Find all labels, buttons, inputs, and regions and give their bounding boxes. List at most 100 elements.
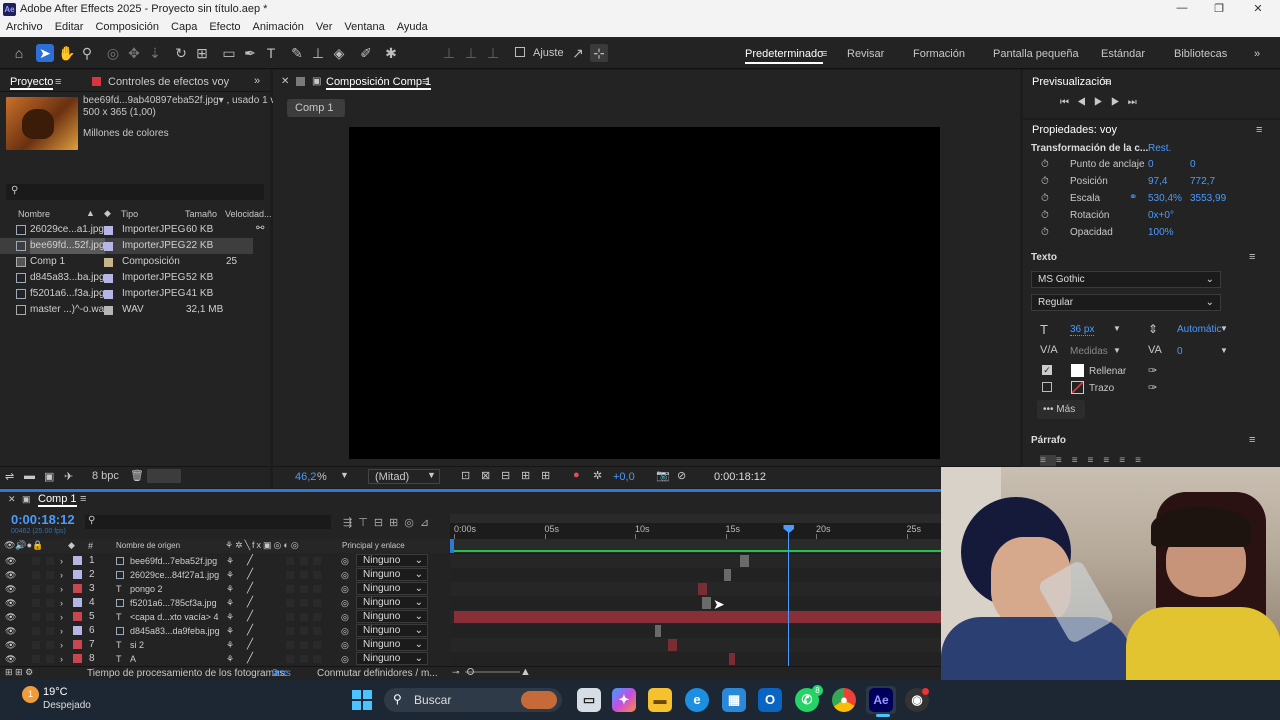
- parent-dropdown[interactable]: Ninguno ⌄: [356, 610, 428, 623]
- outlook-icon[interactable]: O: [758, 688, 782, 712]
- label-swatch[interactable]: [104, 306, 113, 315]
- visibility-eye-icon[interactable]: 👁: [5, 652, 16, 666]
- status-icons[interactable]: ⊞ ⊞ ⚙: [5, 667, 33, 678]
- col-nombre[interactable]: Nombre: [18, 209, 50, 219]
- tab-composition[interactable]: Composición Comp 1: [326, 76, 432, 90]
- layer-name[interactable]: bee69fd...7eba52f.jpg: [130, 554, 217, 568]
- switch-box[interactable]: [313, 613, 321, 621]
- puppet-tool-icon[interactable]: ✱: [382, 44, 400, 62]
- transparency-grid-icon[interactable]: ⊠: [481, 469, 490, 482]
- shy-switch-icon[interactable]: ⚘: [226, 596, 234, 610]
- project-item[interactable]: Comp 1 Composición 25: [0, 254, 270, 270]
- delete-icon[interactable]: 🗑: [130, 469, 144, 482]
- visibility-eye-icon[interactable]: 👁: [5, 554, 16, 568]
- align-right-icon[interactable]: ≡: [1072, 455, 1088, 466]
- layer-label-swatch[interactable]: [73, 598, 82, 607]
- comp-menu-icon[interactable]: ≡: [422, 76, 428, 88]
- prop-value-1[interactable]: 100%: [1148, 227, 1174, 238]
- work-area-bar[interactable]: [450, 514, 941, 523]
- prop-value-2[interactable]: 772,7: [1190, 176, 1215, 187]
- windows-start-icon[interactable]: [352, 690, 372, 710]
- layer-duration-bar[interactable]: [729, 653, 736, 665]
- mask-icon[interactable]: ⊟: [501, 469, 510, 482]
- layer-duration-bar[interactable]: [701, 597, 712, 609]
- pickwhip-icon[interactable]: ◎: [341, 652, 349, 666]
- switch-box[interactable]: [313, 627, 321, 635]
- font-family-dropdown[interactable]: MS Gothic ⌄: [1031, 271, 1221, 288]
- font-size-chevron-icon[interactable]: ▼: [1113, 324, 1121, 333]
- label-swatch[interactable]: [104, 226, 113, 235]
- panel-expand-icon[interactable]: »: [254, 75, 260, 87]
- layer-name[interactable]: d845a83...da9feba.jpg: [130, 624, 220, 638]
- timeline-zoom-thumb[interactable]: [467, 668, 474, 675]
- expand-chevron-icon[interactable]: ›: [60, 568, 63, 582]
- layer-row[interactable]: 👁 › 5 T <capa d...xto vacía> 4 ⚘ ╱ ◎ Ninguno ⌄: [0, 610, 449, 624]
- shy-switch-icon[interactable]: ⚘: [226, 624, 234, 638]
- exposure-value[interactable]: +0,0: [613, 471, 635, 483]
- solo-box[interactable]: [32, 585, 40, 593]
- first-frame-icon[interactable]: ⏮: [1060, 97, 1077, 108]
- project-item[interactable]: d845a83...ba.jpg ImporterJPEG 52 KB: [0, 270, 270, 286]
- lock-box[interactable]: [46, 613, 54, 621]
- visibility-eye-icon[interactable]: 👁: [5, 638, 16, 652]
- minimize-button[interactable]: —: [1172, 2, 1192, 17]
- eraser-tool-icon[interactable]: ◈: [330, 44, 348, 62]
- expand-chevron-icon[interactable]: ›: [60, 610, 63, 624]
- pickwhip-icon[interactable]: ◎: [341, 624, 349, 638]
- justify-all-icon[interactable]: ≡: [1135, 455, 1151, 466]
- quality-switch-icon[interactable]: ╱: [247, 638, 253, 652]
- region-icon[interactable]: ⊡: [461, 469, 470, 482]
- switch-box[interactable]: [286, 599, 294, 607]
- snap-checkbox[interactable]: [515, 47, 525, 57]
- stroke-checkbox[interactable]: [1042, 382, 1052, 392]
- menu-composicion[interactable]: Composición: [89, 19, 165, 37]
- rectangle-tool-icon[interactable]: ▭: [220, 44, 238, 62]
- workspace-pantalla-pequena[interactable]: Pantalla pequeña: [993, 48, 1079, 60]
- draft-3d-icon[interactable]: ⊤: [358, 517, 374, 529]
- zoom-tool-icon[interactable]: ⚲: [78, 44, 96, 62]
- orbit-tool-icon[interactable]: ◎: [104, 44, 122, 62]
- workspace-estandar[interactable]: Estándar: [1101, 48, 1145, 60]
- switch-box[interactable]: [286, 613, 294, 621]
- shy-icon[interactable]: ⊟: [374, 517, 389, 529]
- prop-value-2[interactable]: 3553,99: [1190, 193, 1226, 204]
- layer-label-swatch[interactable]: [73, 654, 82, 663]
- switch-box[interactable]: [286, 655, 294, 663]
- menu-editar[interactable]: Editar: [49, 19, 90, 37]
- switch-box[interactable]: [313, 585, 321, 593]
- workspace-menu-icon[interactable]: ≡: [821, 48, 827, 60]
- close-tab-icon[interactable]: ✕: [281, 76, 289, 87]
- layer-name[interactable]: <capa d...xto vacía> 4: [130, 610, 219, 624]
- project-item-selected[interactable]: bee69fd...52f.jpg ImporterJPEG 22 KB: [0, 238, 253, 254]
- layer-label-swatch[interactable]: [73, 570, 82, 579]
- pickwhip-icon[interactable]: ◎: [341, 638, 349, 652]
- reset-link[interactable]: Rest.: [1148, 143, 1171, 154]
- menu-ayuda[interactable]: Ayuda: [391, 19, 434, 37]
- layer-label-swatch[interactable]: [73, 612, 82, 621]
- project-item[interactable]: f5201a6...f3a.jpg ImporterJPEG 41 KB: [0, 286, 270, 302]
- parent-dropdown[interactable]: Ninguno ⌄: [356, 638, 428, 651]
- timeline-search-input[interactable]: ⚲: [85, 515, 331, 529]
- text-menu-icon[interactable]: ≡: [1249, 251, 1255, 263]
- prev-frame-icon[interactable]: ◀: [1077, 97, 1094, 108]
- after-effects-taskbar-icon[interactable]: Ae: [869, 688, 893, 712]
- type-tool-icon[interactable]: T: [262, 44, 280, 62]
- paragraph-menu-icon[interactable]: ≡: [1249, 434, 1255, 446]
- lock-box[interactable]: [46, 655, 54, 663]
- tracking-chevron-icon[interactable]: ▼: [1220, 346, 1228, 355]
- layer-name[interactable]: A: [130, 652, 136, 666]
- align-left-icon[interactable]: ≡: [1040, 455, 1056, 466]
- quality-switch-icon[interactable]: ╱: [247, 554, 253, 568]
- col-velocidad[interactable]: Velocidad...: [225, 209, 272, 219]
- quality-switch-icon[interactable]: ╱: [247, 610, 253, 624]
- color-channel-icon[interactable]: ●: [573, 469, 580, 481]
- zoom-in-icon[interactable]: ▲: [520, 666, 531, 678]
- layer-label-swatch[interactable]: [73, 584, 82, 593]
- timeline-timecode[interactable]: 0:00:18:12: [11, 512, 75, 527]
- layer-row[interactable]: 👁 › 4 f5201a6...785cf3a.jpg ⚘ ╱ ◎ Ninguno ⌄: [0, 596, 449, 610]
- visibility-eye-icon[interactable]: 👁: [5, 568, 16, 582]
- layer-duration-bar[interactable]: [723, 569, 731, 581]
- menu-archivo[interactable]: Archivo: [0, 19, 49, 37]
- comp-flow-tab[interactable]: Comp 1: [287, 99, 345, 117]
- lock-box[interactable]: [46, 557, 54, 565]
